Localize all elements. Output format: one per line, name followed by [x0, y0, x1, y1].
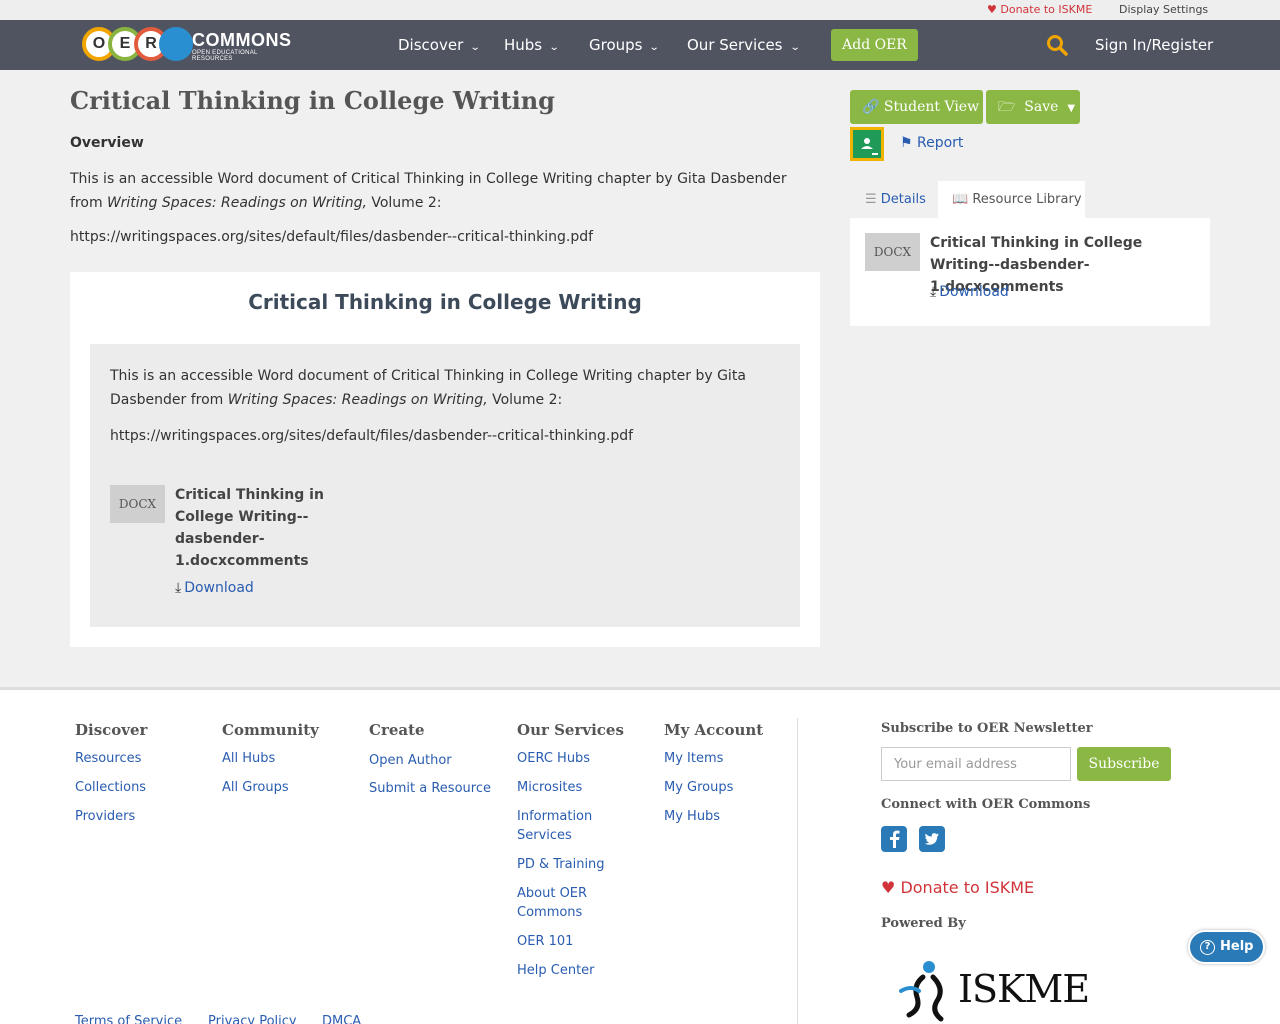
- footer-heading-create: Create: [369, 721, 425, 739]
- save-button[interactable]: 🗁 Save ▼: [986, 90, 1080, 124]
- nav-discover[interactable]: Discover ⌄: [398, 36, 481, 54]
- donate-link-top[interactable]: ♥ Donate to ISKME: [987, 3, 1092, 16]
- sign-in-register-link[interactable]: Sign In/Register: [1095, 36, 1213, 54]
- footer-heading-my-account: My Account: [664, 721, 764, 739]
- file-name: Critical Thinking in College Writing--da…: [175, 487, 324, 569]
- docx-file-icon: DOCX: [110, 485, 165, 523]
- footer-heading-discover: Discover: [75, 721, 148, 739]
- display-settings-link[interactable]: Display Settings: [1119, 3, 1208, 16]
- footer-link-open-author[interactable]: Open Author: [369, 751, 452, 770]
- oer-commons-logo[interactable]: O E R COMMONS OPEN EDUCATIONAL RESOURCES: [82, 25, 291, 62]
- card-content: This is an accessible Word document of C…: [90, 344, 800, 627]
- footer-link-pd-training[interactable]: PD & Training: [517, 855, 605, 874]
- footer-link-my-items[interactable]: My Items: [664, 749, 723, 768]
- chevron-down-icon: ⌄: [789, 42, 801, 53]
- footer-link-about-oer-commons[interactable]: About OER Commons: [517, 884, 617, 922]
- dmca-link[interactable]: DMCA: [322, 1014, 361, 1024]
- footer-link-my-groups[interactable]: My Groups: [664, 778, 733, 797]
- book-icon: 📖: [952, 192, 969, 207]
- nav-hubs[interactable]: Hubs ⌄: [504, 36, 560, 54]
- add-oer-button[interactable]: Add OER: [831, 29, 918, 61]
- resource-preview-card: Critical Thinking in College Writing Thi…: [70, 272, 820, 647]
- page-title: Critical Thinking in College Writing: [70, 86, 555, 115]
- logo-subtitle: OPEN EDUCATIONAL RESOURCES: [192, 50, 258, 62]
- footer-link-all-hubs[interactable]: All Hubs: [222, 749, 275, 768]
- facebook-icon[interactable]: [881, 826, 907, 852]
- help-button[interactable]: ? Help: [1188, 930, 1265, 964]
- card-description: This is an accessible Word document of C…: [110, 368, 746, 408]
- classroom-person-icon: [861, 138, 878, 155]
- caret-down-icon: ▼: [1067, 103, 1076, 114]
- list-icon: ☰: [865, 192, 877, 207]
- terms-of-service-link[interactable]: Terms of Service: [75, 1014, 182, 1024]
- footer-link-information-services[interactable]: Information Services: [517, 807, 617, 845]
- privacy-policy-link[interactable]: Privacy Policy: [208, 1014, 297, 1024]
- footer-link-oerc-hubs[interactable]: OERC Hubs: [517, 749, 590, 768]
- donate-link-footer[interactable]: ♥ Donate to ISKME: [881, 878, 1034, 897]
- footer-link-oer-101[interactable]: OER 101: [517, 932, 573, 951]
- docx-file-icon: DOCX: [865, 233, 920, 271]
- download-icon: ⤓: [175, 580, 182, 596]
- chevron-down-icon: ⌄: [649, 42, 661, 53]
- powered-by-heading: Powered By: [881, 916, 966, 931]
- twitter-icon[interactable]: [919, 826, 945, 852]
- search-icon[interactable]: [1046, 34, 1068, 56]
- flag-icon: ⚑: [900, 135, 913, 151]
- utility-bar: ♥ Donate to ISKME Display Settings: [0, 0, 1280, 20]
- folder-open-icon: 🗁: [998, 99, 1016, 115]
- newsletter-heading: Subscribe to OER Newsletter: [881, 721, 1093, 736]
- logo-word: COMMONS: [192, 30, 292, 50]
- question-icon: ?: [1200, 940, 1215, 955]
- link-icon: 🔗: [862, 99, 880, 115]
- chevron-down-icon: ⌄: [469, 42, 481, 53]
- tab-details[interactable]: ☰ Details: [850, 181, 938, 218]
- subscribe-button[interactable]: Subscribe: [1077, 747, 1171, 781]
- student-view-button[interactable]: 🔗 Student View: [850, 90, 983, 124]
- iskme-wordmark: ISKME: [958, 967, 1090, 1011]
- footer-link-all-groups[interactable]: All Groups: [222, 778, 289, 797]
- heart-icon: ♥: [987, 3, 997, 16]
- download-link[interactable]: ⤓ Download: [175, 580, 254, 596]
- footer-link-providers[interactable]: Providers: [75, 807, 135, 826]
- download-icon: ⤓: [930, 284, 937, 300]
- card-url: https://writingspaces.org/sites/default/…: [110, 428, 634, 444]
- chevron-down-icon: ⌄: [548, 42, 560, 53]
- footer-link-microsites[interactable]: Microsites: [517, 778, 582, 797]
- footer-link-collections[interactable]: Collections: [75, 778, 146, 797]
- overview-text: This is an accessible Word document of C…: [70, 171, 787, 211]
- iskme-mark-icon: [899, 961, 944, 1022]
- nav-groups[interactable]: Groups ⌄: [589, 36, 661, 54]
- footer-link-submit-resource[interactable]: Submit a Resource: [369, 779, 491, 798]
- nav-our-services[interactable]: Our Services ⌄: [687, 36, 801, 54]
- overview-url: https://writingspaces.org/sites/default/…: [70, 229, 594, 245]
- overview-heading: Overview: [70, 135, 144, 151]
- footer-link-my-hubs[interactable]: My Hubs: [664, 807, 720, 826]
- footer-link-help-center[interactable]: Help Center: [517, 961, 595, 980]
- card-title: Critical Thinking in College Writing: [248, 290, 642, 314]
- resource-library-panel: DOCX Critical Thinking in College Writin…: [850, 218, 1210, 326]
- download-link[interactable]: ⤓ Download: [930, 284, 1009, 300]
- footer-heading-our-services: Our Services: [517, 721, 624, 739]
- report-link[interactable]: ⚑ Report: [900, 135, 963, 151]
- google-classroom-icon[interactable]: [850, 127, 884, 161]
- connect-heading: Connect with OER Commons: [881, 797, 1091, 812]
- iskme-logo[interactable]: ISKME: [893, 955, 1090, 1024]
- heart-icon: ♥: [881, 878, 896, 897]
- tab-resource-library[interactable]: 📖 Resource Library: [938, 181, 1085, 218]
- newsletter-email-input[interactable]: [881, 747, 1071, 781]
- footer-heading-community: Community: [222, 721, 319, 739]
- main-header: O E R COMMONS OPEN EDUCATIONAL RESOURCES…: [0, 20, 1280, 70]
- footer: Discover Resources Collections Providers…: [0, 687, 1280, 1024]
- footer-link-resources[interactable]: Resources: [75, 749, 141, 768]
- logo-circle: [159, 27, 193, 61]
- footer-divider: [797, 718, 798, 1024]
